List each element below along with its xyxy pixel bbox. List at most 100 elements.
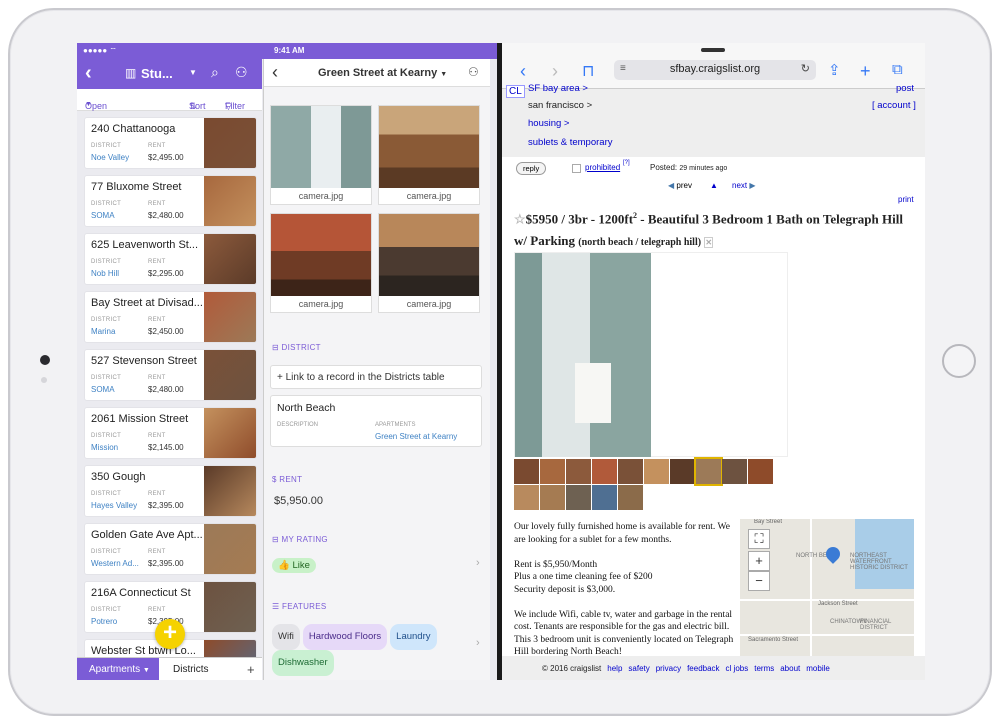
collaborators-icon[interactable]: ⚇ bbox=[468, 65, 479, 79]
district-value[interactable]: Noe Valley bbox=[91, 153, 129, 162]
breadcrumb-region[interactable]: SF bay area > bbox=[528, 83, 588, 94]
record-title[interactable]: Green Street at Kearny ▼ bbox=[318, 67, 447, 79]
account-link[interactable]: [ account ] bbox=[872, 100, 916, 111]
bookmarks-icon[interactable]: ⊓ bbox=[582, 61, 594, 81]
footer-link[interactable]: privacy bbox=[656, 664, 681, 673]
reload-icon[interactable]: ↻ bbox=[801, 62, 810, 75]
district-value[interactable]: Nob Hill bbox=[91, 269, 119, 278]
footer-link[interactable]: safety bbox=[628, 664, 649, 673]
footer-link[interactable]: terms bbox=[754, 664, 774, 673]
photo-thumbnail[interactable] bbox=[722, 459, 747, 484]
photo-thumbnail[interactable] bbox=[540, 459, 565, 484]
linked-apartment[interactable]: Green Street at Kearny bbox=[375, 432, 457, 441]
add-table-button[interactable]: + bbox=[247, 662, 255, 677]
drag-handle[interactable] bbox=[701, 48, 725, 52]
fullscreen-icon[interactable]: ⛶ bbox=[748, 529, 770, 549]
link-record-button[interactable]: + Link to a record in the Districts tabl… bbox=[270, 365, 482, 389]
map-pin-icon[interactable] bbox=[823, 544, 843, 564]
reply-button[interactable]: reply bbox=[516, 162, 547, 175]
tabs-icon[interactable]: ⧉ bbox=[892, 61, 903, 78]
up-arrow-icon[interactable]: ▲ bbox=[710, 181, 718, 190]
star-icon[interactable]: ☆ bbox=[514, 211, 526, 226]
photo-thumbnail[interactable] bbox=[618, 485, 643, 510]
breadcrumb-housing[interactable]: housing > bbox=[528, 118, 569, 129]
close-icon[interactable]: ✕ bbox=[704, 237, 714, 249]
forward-chevron-icon[interactable]: › bbox=[552, 61, 558, 82]
footer-link[interactable]: cl jobs bbox=[726, 664, 749, 673]
home-button[interactable] bbox=[942, 344, 976, 378]
record-card[interactable]: Bay Street at Divisad... DISTRICT RENT M… bbox=[84, 291, 257, 343]
photo-thumbnail[interactable] bbox=[618, 459, 643, 484]
district-value[interactable]: Mission bbox=[91, 443, 118, 452]
photo-thumbnail[interactable] bbox=[670, 459, 695, 484]
breadcrumb-sublets[interactable]: sublets & temporary bbox=[528, 137, 612, 148]
next-link[interactable]: next ▶ bbox=[732, 181, 756, 190]
rent-value[interactable]: $5,950.00 bbox=[274, 495, 323, 507]
prev-link[interactable]: ◀ prev bbox=[668, 181, 692, 190]
photo-thumbnail[interactable] bbox=[566, 485, 591, 510]
district-value[interactable]: SOMA bbox=[91, 211, 115, 220]
help-link[interactable]: [?] bbox=[623, 160, 630, 166]
base-title[interactable]: Stu... bbox=[141, 66, 173, 81]
photo-thumbnail[interactable] bbox=[592, 459, 617, 484]
apartment-thumbnail bbox=[204, 234, 256, 284]
main-photo-frame[interactable] bbox=[514, 252, 788, 457]
new-tab-icon[interactable]: + bbox=[860, 61, 871, 82]
record-card[interactable]: 625 Leavenworth St... DISTRICT RENT Nob … bbox=[84, 233, 257, 285]
breadcrumb-city[interactable]: san francisco > bbox=[528, 100, 592, 111]
district-value[interactable]: Western Ad... bbox=[91, 559, 139, 568]
prohibited-checkbox[interactable] bbox=[572, 164, 581, 173]
reader-icon[interactable]: ≡ bbox=[620, 63, 626, 74]
district-value[interactable]: Marina bbox=[91, 327, 115, 336]
photo-thumbnail[interactable] bbox=[592, 485, 617, 510]
photo-attachment[interactable]: camera.jpg bbox=[378, 213, 480, 313]
share-icon[interactable]: ⇪ bbox=[828, 61, 841, 79]
photo-thumbnail[interactable] bbox=[566, 459, 591, 484]
print-link[interactable]: print bbox=[898, 195, 914, 204]
district-value[interactable]: Potrero bbox=[91, 617, 117, 626]
street-line bbox=[740, 634, 914, 636]
post-link[interactable]: post bbox=[896, 83, 914, 94]
search-icon[interactable]: ⌕ bbox=[211, 64, 219, 81]
footer-link[interactable]: about bbox=[780, 664, 800, 673]
zoom-out-button[interactable]: − bbox=[748, 571, 770, 591]
prohibited-link[interactable]: prohibited bbox=[585, 163, 620, 172]
record-card[interactable]: 527 Stevenson Street DISTRICT RENT SOMA … bbox=[84, 349, 257, 401]
collaborators-icon[interactable]: ⚇ bbox=[235, 64, 248, 81]
caret-down-icon[interactable]: ▼ bbox=[189, 68, 197, 77]
record-card[interactable]: 77 Bluxome Street DISTRICT RENT SOMA $2,… bbox=[84, 175, 257, 227]
back-chevron-icon[interactable]: ‹ bbox=[520, 61, 526, 82]
add-record-button[interactable]: + bbox=[155, 619, 185, 649]
back-chevron-icon[interactable]: ‹ bbox=[272, 62, 278, 83]
tab-apartments[interactable]: Apartments ▼ bbox=[77, 658, 159, 680]
record-card[interactable]: 2061 Mission Street DISTRICT RENT Missio… bbox=[84, 407, 257, 459]
record-card[interactable]: Golden Gate Ave Apt... DISTRICT RENT Wes… bbox=[84, 523, 257, 575]
photo-thumbnail[interactable] bbox=[514, 459, 539, 484]
linked-district-card[interactable]: North Beach DESCRIPTION APARTMENTS Green… bbox=[270, 395, 482, 447]
district-value[interactable]: Hayes Valley bbox=[91, 501, 137, 510]
photo-thumbnail[interactable] bbox=[644, 459, 669, 484]
craigslist-logo[interactable]: CL bbox=[506, 85, 525, 98]
district-value[interactable]: SOMA bbox=[91, 385, 115, 394]
back-chevron-icon[interactable]: ‹ bbox=[85, 62, 92, 85]
photo-thumbnail[interactable] bbox=[514, 485, 539, 510]
record-card[interactable]: 350 Gough DISTRICT RENT Hayes Valley $2,… bbox=[84, 465, 257, 517]
chevron-right-icon[interactable]: › bbox=[476, 557, 480, 569]
chevron-right-icon[interactable]: › bbox=[476, 637, 480, 649]
photo-attachment[interactable]: camera.jpg bbox=[270, 105, 372, 205]
features-field[interactable]: Wifi Hardwood Floors Laundry Dishwasher bbox=[272, 624, 472, 676]
photo-thumbnail[interactable] bbox=[540, 485, 565, 510]
zoom-in-button[interactable]: + bbox=[748, 551, 770, 571]
footer-link[interactable]: help bbox=[607, 664, 622, 673]
photo-attachment[interactable]: camera.jpg bbox=[378, 105, 480, 205]
tab-districts[interactable]: Districts bbox=[173, 664, 209, 675]
footer-link[interactable]: feedback bbox=[687, 664, 719, 673]
rating-field[interactable]: 👍 Like bbox=[272, 555, 319, 573]
photo-thumbnail[interactable] bbox=[748, 459, 773, 484]
footer-link[interactable]: mobile bbox=[806, 664, 830, 673]
address-bar[interactable]: ≡ sfbay.craigslist.org ↻ bbox=[614, 60, 816, 80]
record-card[interactable]: 240 Chattanooga DISTRICT RENT Noe Valley… bbox=[84, 117, 257, 169]
photo-attachment[interactable]: camera.jpg bbox=[270, 213, 372, 313]
location-map[interactable]: Bay Street NORTH BEACH NORTHEAST WATERFR… bbox=[740, 519, 914, 656]
photo-thumbnail[interactable] bbox=[694, 457, 723, 486]
